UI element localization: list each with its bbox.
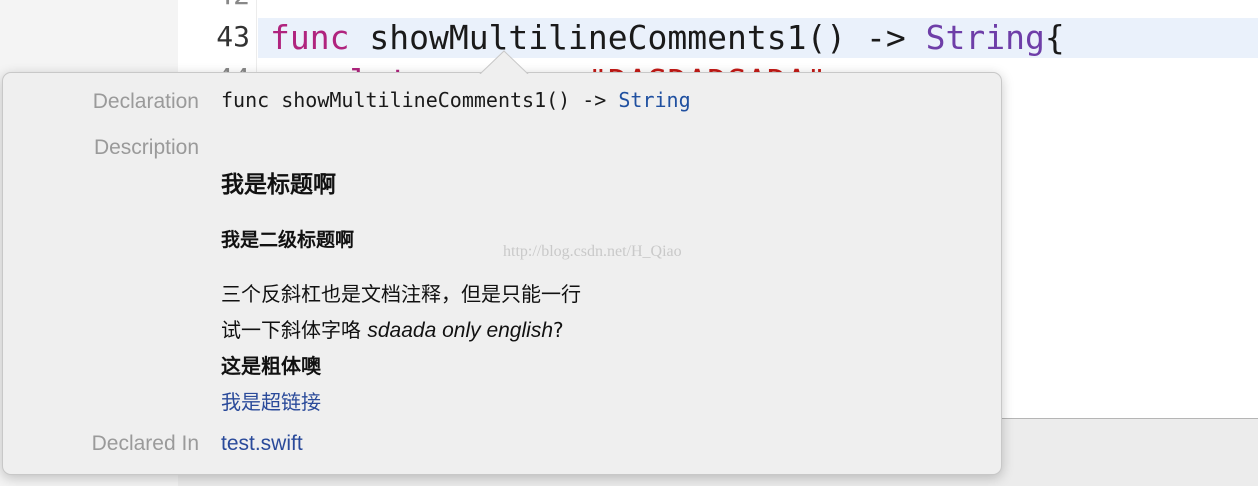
- line2-italic: sdaada only english: [367, 319, 553, 342]
- declaration-code: func showMultilineComments1() -> String: [221, 88, 691, 112]
- code-brace: {: [1044, 18, 1065, 57]
- description-heading2: 我是二级标题啊: [221, 229, 355, 251]
- quick-help-popover: Declaration func showMultilineComments1(…: [2, 50, 1002, 475]
- line-number-43: 43: [216, 20, 250, 53]
- declaration-label: Declaration: [92, 90, 199, 113]
- description-line2: 试一下斜体字咯 sdaada only english?: [221, 314, 564, 343]
- description-bold-line: 这是粗体噢: [221, 354, 321, 378]
- line2-prefix: 试一下斜体字咯: [221, 318, 368, 342]
- code-return-type: String: [925, 18, 1045, 57]
- code-function-name: showMultilineComments1() ->: [349, 18, 926, 57]
- code-keyword: func: [270, 18, 350, 57]
- line-number-42: 42: [216, 0, 250, 11]
- description-heading1: 我是标题啊: [221, 172, 336, 198]
- declared-in-label: Declared In: [91, 432, 199, 455]
- description-label: Description: [93, 136, 199, 159]
- line2-suffix: ?: [553, 318, 564, 342]
- description-link[interactable]: 我是超链接: [221, 386, 321, 415]
- declared-in-file-link[interactable]: test.swift: [221, 432, 303, 456]
- declaration-type-link[interactable]: String: [618, 88, 690, 112]
- declaration-signature: func showMultilineComments1() ->: [221, 88, 619, 112]
- watermark-text: http://blog.csdn.net/H_Qiao: [503, 243, 682, 260]
- description-line1: 三个反斜杠也是文档注释，但是只能一行: [221, 282, 581, 306]
- code-line-43[interactable]: func showMultilineComments1() -> String{: [270, 18, 1065, 58]
